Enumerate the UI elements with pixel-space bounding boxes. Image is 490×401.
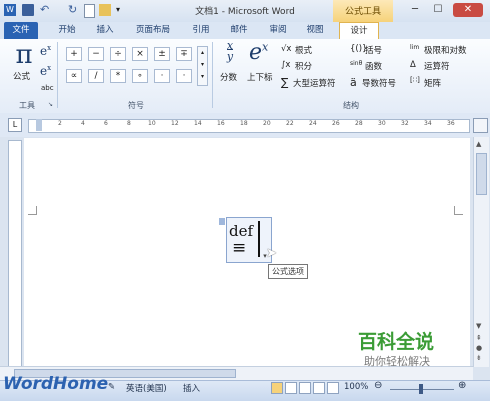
symbol-plus-minus[interactable]: ±	[154, 47, 170, 61]
symbols-group-label: 符号	[128, 101, 144, 110]
limit-log-icon[interactable]: lim	[410, 44, 419, 51]
bracket-label[interactable]: 括号	[365, 44, 382, 56]
vertical-ruler[interactable]	[8, 140, 22, 367]
zoom-out-button[interactable]: ⊖	[374, 380, 382, 391]
symbol-gallery-scroll[interactable]: ▴ ▾ ▾	[197, 46, 208, 86]
tab-references[interactable]: 引用	[186, 22, 216, 39]
radical-icon[interactable]: √x	[281, 44, 291, 54]
matrix-label[interactable]: 矩阵	[424, 77, 441, 89]
script-icon[interactable]: ex	[249, 40, 268, 65]
undo-icon[interactable]: ↶	[40, 4, 52, 16]
radical-label[interactable]: 根式	[295, 44, 312, 56]
web-layout-icon[interactable]	[299, 382, 311, 394]
large-operator-label[interactable]: 大型运算符	[293, 77, 336, 89]
linear-format-icon[interactable]: ex	[40, 64, 51, 78]
previous-page-icon[interactable]: ⇞	[476, 334, 482, 342]
insert-mode-indicator[interactable]: 插入	[183, 382, 200, 394]
symbol-times[interactable]: ×	[132, 47, 148, 61]
group-separator	[57, 42, 58, 108]
close-button[interactable]: ✕	[453, 3, 483, 17]
tab-page-layout[interactable]: 页面布局	[130, 22, 176, 39]
zoom-level[interactable]: 100%	[344, 382, 368, 392]
professional-format-icon[interactable]: ex	[40, 44, 51, 58]
browse-object-icon[interactable]: ●	[476, 344, 482, 352]
tab-selector-button[interactable]: L	[8, 118, 22, 132]
full-screen-reading-icon[interactable]	[285, 382, 297, 394]
margin-corner-mark	[28, 206, 37, 215]
mouse-pointer-icon: ➤	[266, 246, 277, 261]
operator-label[interactable]: 运算符	[424, 60, 450, 72]
symbol-minus-plus[interactable]: ∓	[176, 47, 192, 61]
margin-corner-mark	[454, 206, 463, 215]
group-launcher-icon[interactable]: ↘	[48, 101, 53, 108]
open-folder-icon[interactable]	[99, 4, 111, 16]
draft-view-icon[interactable]	[327, 382, 339, 394]
tab-design[interactable]: 设计	[339, 22, 379, 40]
word-logo-icon[interactable]: W	[4, 4, 16, 16]
vertical-scroll-thumb[interactable]	[476, 153, 487, 195]
symbol-minus[interactable]: −	[88, 47, 104, 61]
scroll-down-icon[interactable]: ▼	[476, 322, 481, 330]
view-ruler-button[interactable]	[473, 118, 488, 133]
zoom-slider-thumb[interactable]	[419, 384, 423, 394]
save-icon[interactable]	[22, 4, 34, 16]
pi-equation-icon[interactable]: π	[14, 40, 34, 70]
scroll-up-icon[interactable]: ▲	[476, 140, 481, 148]
print-layout-view-icon[interactable]	[271, 382, 283, 394]
new-document-icon[interactable]	[84, 4, 95, 18]
symbol-dot[interactable]: ⋅	[176, 69, 192, 83]
equation-symbol[interactable]: ≡	[232, 238, 246, 258]
script-label[interactable]: 上下标	[247, 71, 273, 83]
redo-icon[interactable]: ↻	[68, 4, 80, 16]
brand-slogan: 助你轻松解决	[364, 355, 430, 368]
tools-group-label: 工具	[19, 101, 35, 110]
matrix-icon[interactable]: [∷]	[410, 76, 420, 84]
tab-file[interactable]: 文件	[4, 22, 38, 39]
indent-marker-icon[interactable]	[36, 119, 42, 131]
next-page-icon[interactable]: ⇟	[476, 354, 482, 362]
function-icon[interactable]: sinθ	[350, 60, 362, 67]
normal-text-icon[interactable]: abc	[41, 84, 54, 92]
minimize-button[interactable]: ─	[405, 3, 425, 17]
maximize-button[interactable]: ☐	[428, 3, 448, 17]
window-title: 文档1 - Microsoft Word	[195, 7, 295, 17]
symbol-proportional[interactable]: ∝	[66, 69, 82, 83]
equation-handle-icon[interactable]	[219, 218, 225, 225]
brand-watermark: 百科全说	[358, 331, 435, 353]
zoom-in-button[interactable]: ⊕	[458, 380, 466, 391]
language-indicator[interactable]: 英语(美国)	[126, 382, 167, 394]
limit-log-label[interactable]: 极限和对数	[424, 44, 467, 56]
outline-view-icon[interactable]	[313, 382, 325, 394]
tab-insert[interactable]: 插入	[90, 22, 120, 39]
tab-view[interactable]: 视图	[300, 22, 330, 39]
symbol-plus[interactable]: +	[66, 47, 82, 61]
equation-button-label[interactable]: 公式	[13, 70, 30, 82]
accent-icon[interactable]: ä	[350, 76, 357, 89]
symbol-ring[interactable]: ∘	[132, 69, 148, 83]
tab-home[interactable]: 开始	[52, 22, 82, 39]
symbol-asterisk[interactable]: *	[110, 69, 126, 83]
proofing-icon[interactable]: ✎	[108, 382, 115, 392]
tab-review[interactable]: 审阅	[263, 22, 293, 39]
tooltip: 公式选项	[268, 264, 308, 279]
tab-mailings[interactable]: 邮件	[224, 22, 254, 39]
integral-icon[interactable]: ∫x	[281, 60, 290, 70]
symbol-divide[interactable]: ÷	[110, 47, 126, 61]
fraction-icon[interactable]: xy	[223, 40, 237, 63]
structures-group-label: 结构	[343, 101, 359, 110]
customize-icon[interactable]: ▾	[116, 4, 128, 16]
fraction-label[interactable]: 分数	[220, 71, 237, 83]
operator-icon[interactable]: Δ	[410, 60, 416, 70]
accent-label[interactable]: 导数符号	[362, 77, 396, 89]
group-separator	[212, 42, 213, 108]
site-watermark: WordHome	[3, 374, 109, 394]
symbol-slash[interactable]: /	[88, 69, 104, 83]
context-tab-group-label: 公式工具	[344, 7, 381, 17]
large-operator-icon[interactable]: ∑	[281, 76, 288, 89]
function-label[interactable]: 函数	[365, 60, 382, 72]
symbol-bullet[interactable]: ·	[154, 69, 170, 83]
integral-label[interactable]: 积分	[295, 60, 312, 72]
